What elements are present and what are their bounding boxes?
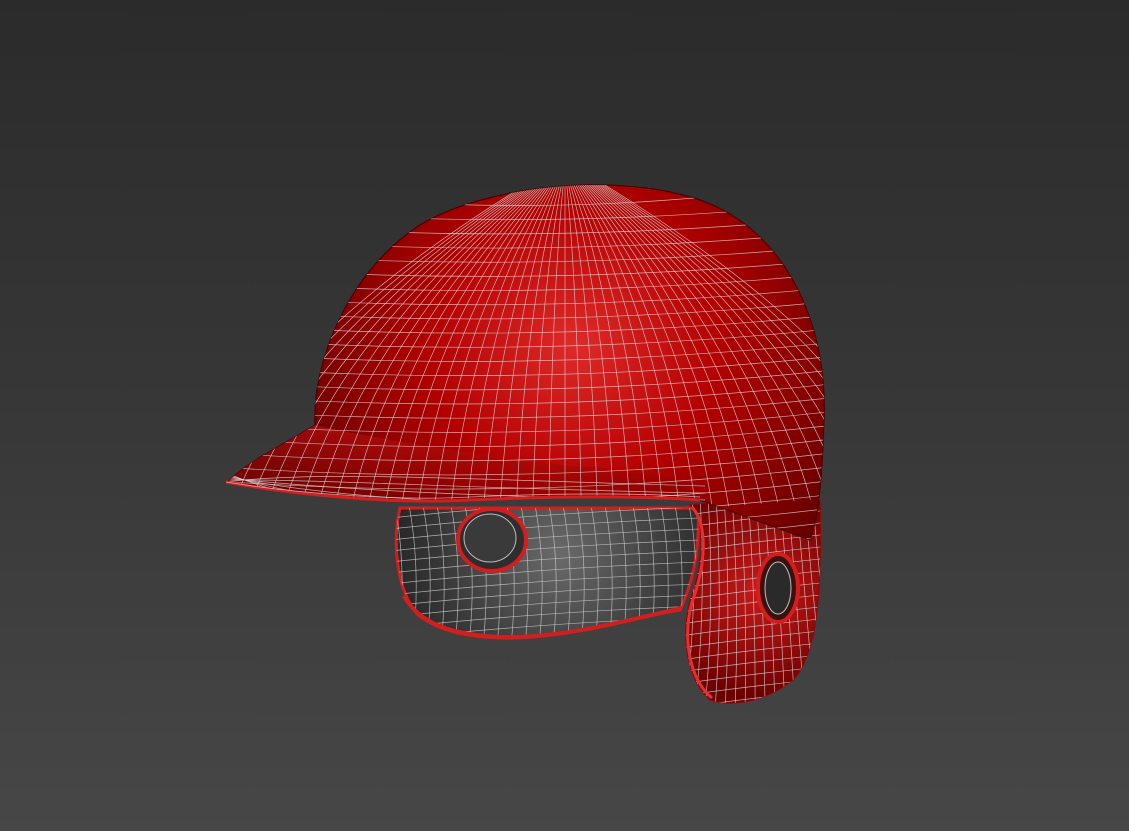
helmet-liner xyxy=(394,506,700,640)
helmet-shell[interactable] xyxy=(60,184,1070,560)
3d-viewport[interactable] xyxy=(0,0,1129,831)
viewport-canvas[interactable] xyxy=(0,0,1129,831)
